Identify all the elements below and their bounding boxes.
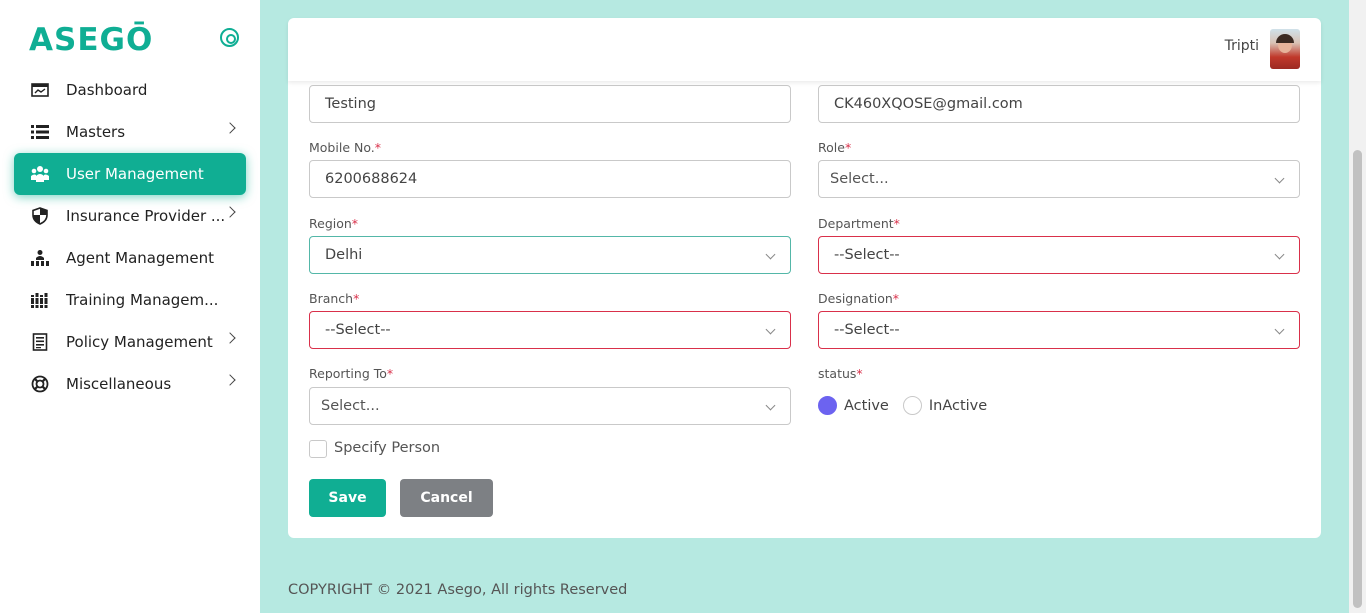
designation-select[interactable]: --Select-- [818, 311, 1300, 349]
sidebar-item-dashboard[interactable]: Dashboard [14, 69, 246, 111]
reporting-to-select[interactable]: Select... [309, 387, 791, 425]
email-field[interactable]: CK460XQOSE@gmail.com [818, 85, 1300, 123]
sidebar-item-label: Dashboard [66, 81, 148, 99]
chevron-down-icon [765, 324, 776, 335]
department-value: --Select-- [834, 247, 900, 263]
name-value: Testing [325, 96, 376, 112]
status-label: status* [818, 366, 863, 381]
department-select[interactable]: --Select-- [818, 236, 1300, 274]
chevron-right-icon [224, 374, 236, 386]
list-icon [30, 122, 50, 142]
branch-value: --Select-- [325, 322, 391, 338]
copyright-footer: COPYRIGHT © 2021 Asego, All rights Reser… [288, 582, 628, 598]
books-icon [30, 290, 50, 310]
mobile-label: Mobile No.* [309, 140, 381, 155]
document-icon [30, 332, 50, 352]
branch-select[interactable]: --Select-- [309, 311, 791, 349]
sidebar-item-label: Masters [66, 123, 126, 141]
shield-icon [30, 206, 50, 226]
sidebar: ASEGŌ Dashboard Masters User Management … [0, 0, 260, 613]
mobile-value: 6200688624 [325, 171, 418, 187]
sidebar-item-user-management[interactable]: User Management [14, 153, 246, 195]
sidebar-item-agent-management[interactable]: Agent Management [14, 237, 246, 279]
user-name[interactable]: Tripti [1225, 38, 1259, 54]
sidebar-item-label: Insurance Provider ... [66, 207, 226, 225]
brand-logo[interactable]: ASEGŌ [29, 22, 153, 58]
email-value: CK460XQOSE@gmail.com [834, 96, 1023, 112]
sidebar-item-label: Miscellaneous [66, 375, 172, 393]
save-button[interactable]: Save [309, 479, 386, 517]
users-icon [30, 164, 50, 184]
chevron-right-icon [224, 332, 236, 344]
specify-person-checkbox[interactable] [309, 440, 327, 458]
branch-label: Branch* [309, 291, 360, 306]
sidebar-item-policy-management[interactable]: Policy Management [14, 321, 246, 363]
sidebar-item-masters[interactable]: Masters [14, 111, 246, 153]
chevron-right-icon [224, 206, 236, 218]
mobile-field[interactable]: 6200688624 [309, 160, 791, 198]
designation-value: --Select-- [834, 322, 900, 338]
status-active-label[interactable]: Active [844, 398, 889, 414]
role-label: Role* [818, 140, 852, 155]
sidebar-toggle-icon[interactable] [220, 28, 239, 47]
sidebar-item-insurance-provider[interactable]: Insurance Provider ... [14, 195, 246, 237]
sidebar-item-label: User Management [66, 165, 204, 183]
sidebar-item-miscellaneous[interactable]: Miscellaneous [14, 363, 246, 405]
chevron-down-icon [1274, 173, 1285, 184]
agent-icon [30, 248, 50, 268]
role-placeholder: Select... [830, 171, 889, 187]
name-field[interactable]: Testing [309, 85, 791, 123]
department-label: Department* [818, 216, 900, 231]
chevron-down-icon [765, 249, 776, 260]
specify-person-label[interactable]: Specify Person [334, 440, 440, 456]
dashboard-icon [30, 80, 50, 100]
status-active-radio[interactable] [818, 396, 837, 415]
status-radio-group: Active InActive [818, 396, 1001, 415]
reporting-to-label: Reporting To* [309, 366, 394, 381]
chevron-down-icon [1274, 324, 1285, 335]
page-scrollbar[interactable] [1349, 0, 1366, 613]
lifebuoy-icon [30, 374, 50, 394]
region-label: Region* [309, 216, 359, 231]
sidebar-item-label: Policy Management [66, 333, 213, 351]
avatar[interactable] [1270, 29, 1300, 69]
scrollbar-thumb[interactable] [1353, 150, 1362, 608]
region-value: Delhi [325, 247, 363, 263]
chevron-down-icon [765, 400, 776, 411]
top-header: Tripti [288, 18, 1321, 81]
sidebar-item-label: Training Managem... [66, 291, 219, 309]
chevron-down-icon [1274, 249, 1285, 260]
cancel-button[interactable]: Cancel [400, 479, 493, 517]
status-inactive-radio[interactable] [902, 396, 922, 415]
sidebar-item-training-management[interactable]: Training Managem... [14, 279, 246, 321]
role-select[interactable]: Select... [818, 160, 1300, 198]
sidebar-item-label: Agent Management [66, 249, 214, 267]
reporting-to-placeholder: Select... [321, 398, 380, 414]
region-select[interactable]: Delhi [309, 236, 791, 274]
status-inactive-label[interactable]: InActive [929, 398, 987, 414]
designation-label: Designation* [818, 291, 900, 306]
chevron-right-icon [224, 122, 236, 134]
